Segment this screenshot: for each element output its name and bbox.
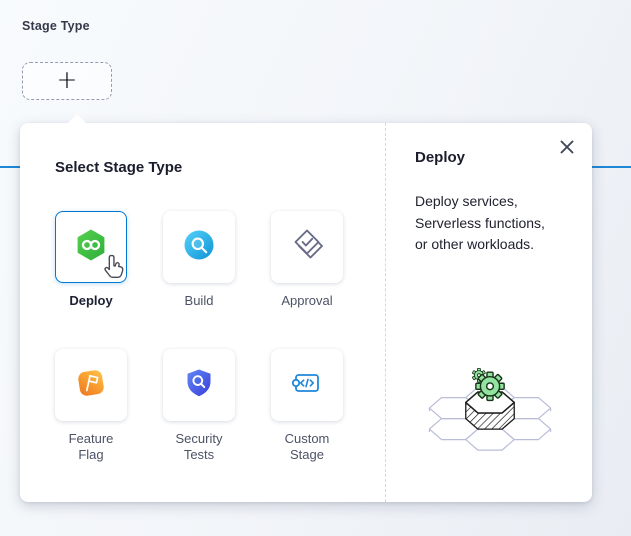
security-tests-card[interactable] [163, 349, 235, 421]
deploy-card[interactable] [55, 211, 127, 283]
select-stage-type-popover: Select Stage Type [20, 123, 592, 502]
stage-label-build: Build [185, 293, 214, 309]
panel-divider [385, 123, 386, 502]
detail-description-line: Deploy services, [415, 191, 545, 213]
stage-label-security-tests: Security Tests [163, 431, 235, 463]
close-icon [559, 139, 575, 158]
stage-label-approval: Approval [281, 293, 332, 309]
stage-label-feature-flag: Feature Flag [55, 431, 127, 463]
approval-card[interactable] [271, 211, 343, 283]
stage-option-feature-flag[interactable]: Feature Flag [55, 349, 127, 463]
add-stage-button[interactable]: + [22, 62, 112, 100]
stage-type-grid: Deploy Build [55, 211, 343, 463]
stage-option-custom-stage[interactable]: Custom Stage [271, 349, 343, 463]
build-icon [183, 229, 215, 266]
stage-type-screen: Stage Type + Select Stage Type [0, 0, 631, 536]
approval-icon [288, 226, 326, 269]
close-button[interactable] [556, 137, 578, 159]
plus-icon: + [57, 67, 78, 92]
detail-description: Deploy services, Serverless functions, o… [415, 191, 545, 256]
deploy-icon [74, 228, 108, 267]
custom-stage-card[interactable] [271, 349, 343, 421]
stage-type-label: Stage Type [22, 19, 90, 33]
detail-title: Deploy [415, 149, 465, 166]
stage-option-build[interactable]: Build [163, 211, 235, 309]
stage-option-approval[interactable]: Approval [271, 211, 343, 309]
stage-label-deploy: Deploy [69, 293, 112, 309]
feature-flag-card[interactable] [55, 349, 127, 421]
popover-caret [67, 114, 87, 124]
deploy-illustration [414, 356, 566, 465]
stage-option-deploy[interactable]: Deploy [55, 211, 127, 309]
gear-on-hexagons-illustration [414, 447, 566, 464]
custom-stage-icon [289, 365, 325, 406]
detail-description-line: Serverless functions, [415, 213, 545, 235]
security-tests-icon [181, 365, 217, 406]
detail-description-line: or other workloads. [415, 234, 545, 256]
build-card[interactable] [163, 211, 235, 283]
stage-label-custom-stage: Custom Stage [271, 431, 343, 463]
popover-title: Select Stage Type [55, 159, 182, 176]
stage-option-security-tests[interactable]: Security Tests [163, 349, 235, 463]
feature-flag-icon [73, 365, 109, 406]
